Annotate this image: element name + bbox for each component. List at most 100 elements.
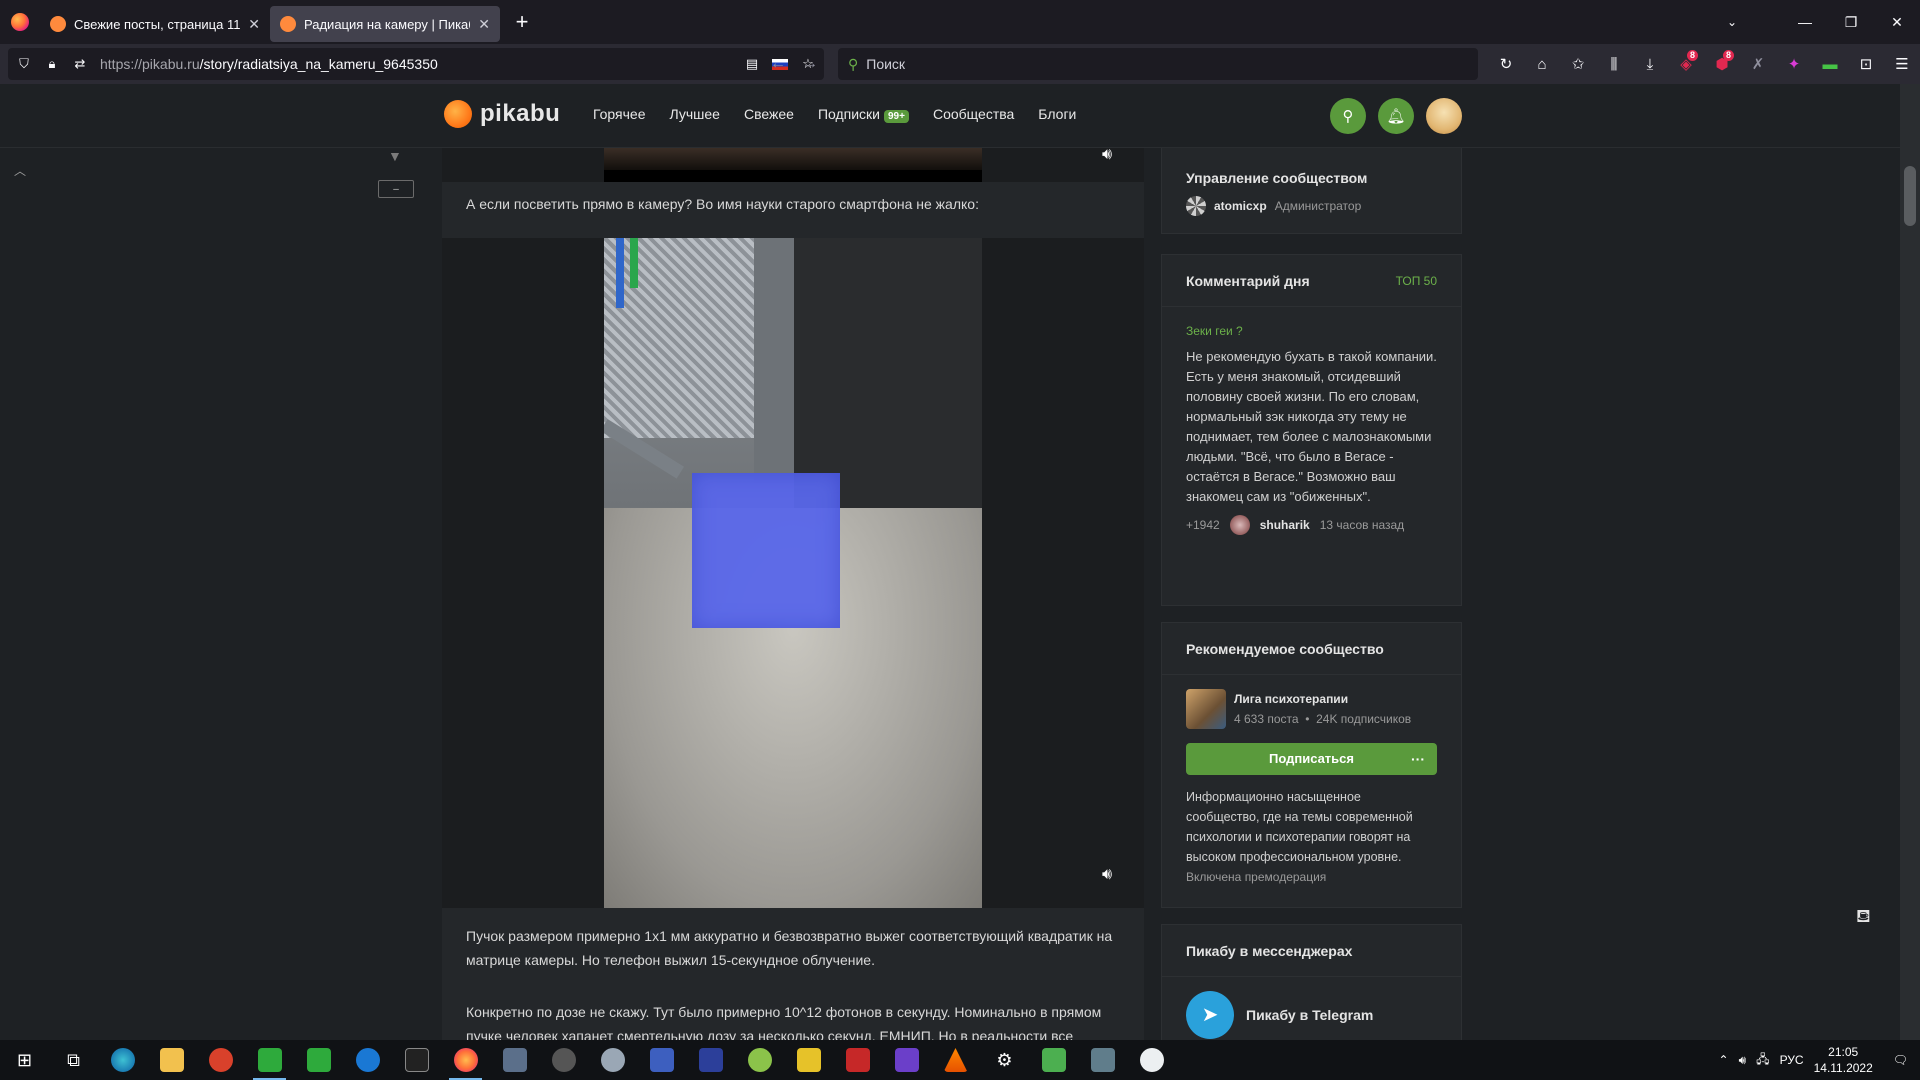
vote-down-icon[interactable]: ▼ [388,148,402,164]
extension-color-icon[interactable]: ✦ [1776,48,1812,80]
firefox-taskbar-icon[interactable] [441,1040,490,1080]
pikabu-logo[interactable]: pikabu [444,100,560,128]
app-purple-icon[interactable] [882,1040,931,1080]
download-icon[interactable]: ⤓ [1632,48,1668,80]
new-tab-button[interactable]: + [504,4,540,40]
nav-communities[interactable]: Сообщества [933,106,1014,122]
subscribe-label: Подписаться [1268,751,1354,766]
adblock-icon[interactable]: ⬢ 8 [1704,48,1740,80]
collapse-button[interactable]: – [378,180,414,198]
clock[interactable]: 21:05 14.11.2022 [1814,1044,1873,1076]
video-pipe [630,238,638,288]
nav-subscriptions[interactable]: Подписки 99+ [818,106,909,123]
comment-author[interactable]: shuharik [1260,515,1310,535]
url-text[interactable]: https://pikabu.ru/story/radiatsiya_na_ka… [100,56,732,72]
user-avatar[interactable] [1426,98,1462,134]
minimize-icon[interactable]: — [1782,0,1828,44]
history-arrows: ← → [770,48,818,80]
edge-icon[interactable] [98,1040,147,1080]
windows-start-icon[interactable]: ⊞ [0,1040,49,1080]
restore-icon[interactable]: ❐ [1828,0,1874,44]
extension-green-icon[interactable]: ▬ [1812,48,1848,80]
story-paragraph: А если посветить прямо в камеру? Во имя … [466,196,979,212]
search-icon[interactable]: ⚲ [1330,98,1366,134]
close-tab-icon[interactable]: ✕ [248,16,260,33]
scrollbar-thumb[interactable] [1904,166,1916,226]
nav-best[interactable]: Лучшее [670,106,720,122]
community-name[interactable]: Лига психотерапии [1234,689,1411,709]
file-explorer-icon[interactable] [147,1040,196,1080]
nav-hot[interactable]: Горячее [593,106,646,122]
address-bar[interactable]: ⛉ 🔒︎ ⇄ https://pikabu.ru/story/radiatsiy… [8,48,824,80]
app-blue-icon[interactable] [637,1040,686,1080]
firefox-menu-button[interactable] [0,0,40,44]
paint-bucket-icon[interactable]: ⛾ [1856,906,1871,930]
extension-box-icon[interactable]: ⊡ [1848,48,1884,80]
comment-post-link[interactable]: Зеки геи ? [1186,321,1437,341]
terminal-icon[interactable] [392,1040,441,1080]
bookmarks-star-icon[interactable]: ✩ [1560,48,1596,80]
extension-x-icon[interactable]: ✗ [1740,48,1776,80]
volume-tray-icon[interactable]: 🔊︎ [1739,1053,1747,1068]
subscribe-button[interactable]: Подписаться ··· [1186,743,1437,775]
notifications-icon[interactable]: 🗨 [1893,1053,1908,1067]
moderator-name[interactable]: atomicxp [1214,196,1267,216]
settings-gear-icon[interactable]: ⚙ [980,1040,1029,1080]
clock-app-icon[interactable] [1127,1040,1176,1080]
app-ball-icon[interactable] [735,1040,784,1080]
app-flash-icon[interactable] [833,1040,882,1080]
nav-blogs[interactable]: Блоги [1038,106,1076,122]
vlc-icon[interactable] [931,1040,980,1080]
permissions-icon[interactable]: ⇄ [72,56,88,72]
volume-icon[interactable]: 🔊︎ [1102,146,1112,164]
community-avatar[interactable] [1186,689,1226,729]
web-page: pikabu Горячее Лучшее Свежее Подписки 99+… [0,84,1900,1040]
app-cloud-icon[interactable] [588,1040,637,1080]
moderator-avatar[interactable] [1186,196,1206,216]
search-bar[interactable]: ⚲ Поиск [838,48,1478,80]
tab-radiation-story[interactable]: Радиация на камеру | Пикабу ✕ [270,6,500,42]
reload-icon[interactable]: ↻ [1488,48,1524,80]
scroll-up-chevron-icon[interactable]: ︿ [14,162,26,179]
lock-icon[interactable]: 🔒︎ [44,56,60,72]
tab-fresh-posts[interactable]: Свежие посты, страница 11 | П ✕ [40,6,270,42]
extension-shield-icon[interactable]: ◈ 8 [1668,48,1704,80]
back-arrow-icon[interactable]: ← [770,55,786,73]
telegram-link[interactable]: ➤ Пикабу в Telegram [1186,991,1437,1039]
library-icon[interactable]: ⫼ [1596,48,1632,80]
language-indicator[interactable]: РУС [1780,1053,1804,1067]
menu-icon[interactable]: ☰ [1884,48,1920,80]
page-scrollbar[interactable] [1900,84,1920,1040]
bell-icon[interactable]: 🔔︎ [1378,98,1414,134]
shield-icon[interactable]: ⛉ [16,56,32,72]
teamviewer-icon[interactable] [343,1040,392,1080]
top50-link[interactable]: ТОП 50 [1396,274,1437,288]
nav-fresh[interactable]: Свежее [744,106,794,122]
calculator-icon[interactable] [490,1040,539,1080]
app-film-icon[interactable] [686,1040,735,1080]
app-green-cross-icon[interactable] [245,1040,294,1080]
moderator-row: atomicxp Администратор [1186,196,1437,216]
close-tab-icon[interactable]: ✕ [478,16,490,33]
video-player-previous[interactable]: 🔊︎ [442,146,1144,182]
volume-icon[interactable]: 🔊︎ [1102,866,1112,884]
tab-list-chevron-icon[interactable]: ⌄ [1714,0,1750,44]
tray-chevron-up-icon[interactable]: ⌃ [1719,1053,1729,1067]
network-icon[interactable]: 🖧 [1756,1050,1769,1071]
home-icon[interactable]: ⌂ [1524,48,1560,80]
video-player[interactable]: 🔊︎ [442,238,1144,908]
app-cube-icon[interactable] [1078,1040,1127,1080]
close-window-icon[interactable]: ✕ [1874,0,1920,44]
community-row[interactable]: Лига психотерапии 4 633 поста • 24K подп… [1186,689,1437,729]
app-image-icon[interactable] [1029,1040,1078,1080]
reader-view-icon[interactable]: ▤ [744,56,760,72]
app-puzzle-icon[interactable] [784,1040,833,1080]
task-view-icon[interactable]: ⧉ [49,1040,98,1080]
app-gray-icon[interactable] [539,1040,588,1080]
author-avatar[interactable] [1229,515,1250,535]
app-red-icon[interactable] [196,1040,245,1080]
community-description: Информационно насыщенное сообщество, где… [1186,790,1413,864]
app-green-cross-icon[interactable] [294,1040,343,1080]
more-options-icon[interactable]: ··· [1411,749,1425,769]
forward-arrow-icon[interactable]: → [802,55,818,73]
